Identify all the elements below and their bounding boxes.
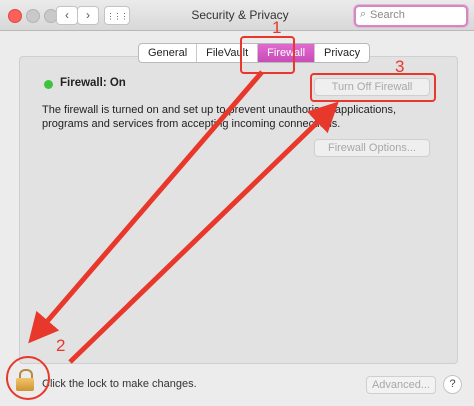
annotation-number-1: 1 [272, 18, 282, 37]
annotation-box-turn-off [310, 73, 436, 102]
firewall-description: The firewall is turned on and set up to … [42, 104, 397, 130]
annotation-box-firewall-tab [240, 36, 295, 74]
search-input[interactable] [370, 8, 462, 22]
search-icon: ⌕ [360, 8, 367, 20]
forward-button[interactable]: › [77, 6, 99, 25]
firewall-status: Firewall: On [60, 77, 126, 89]
annotation-circle-lock [6, 356, 50, 400]
help-button[interactable]: ? [443, 375, 462, 394]
close-window-icon[interactable] [8, 9, 22, 23]
grid-icon: ⋮⋮⋮ [106, 12, 129, 21]
show-all-button[interactable]: ⋮⋮⋮ [104, 6, 130, 25]
window-title: Security & Privacy [191, 8, 289, 22]
back-button[interactable]: ‹ [56, 6, 78, 25]
advanced-button[interactable]: Advanced... [366, 376, 436, 394]
annotation-number-3: 3 [395, 57, 405, 76]
lock-hint: Click the lock to make changes. [42, 378, 197, 390]
tab-privacy[interactable]: Privacy [315, 44, 369, 62]
chevron-right-icon: › [86, 8, 90, 22]
annotation-number-2: 2 [56, 336, 66, 355]
minimize-window-icon[interactable] [26, 9, 40, 23]
status-indicator-icon [44, 80, 53, 89]
title-bar: ‹ › ⋮⋮⋮ Security & Privacy ⌕ [0, 0, 474, 31]
firewall-options-button[interactable]: Firewall Options... [314, 139, 430, 157]
tab-general[interactable]: General [139, 44, 198, 62]
chevron-left-icon: ‹ [65, 8, 69, 22]
search-field[interactable]: ⌕ [354, 5, 468, 27]
